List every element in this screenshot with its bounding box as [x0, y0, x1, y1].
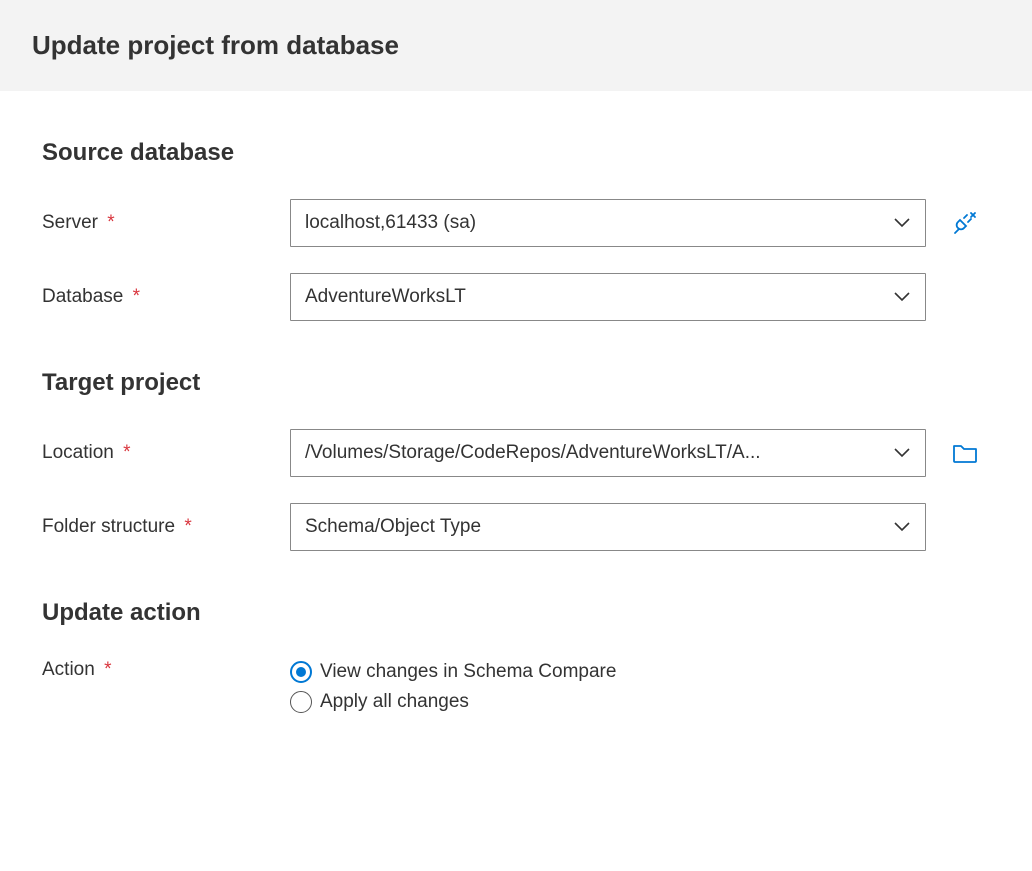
- target-project-heading: Target project: [42, 369, 1000, 397]
- database-label: Database *: [42, 286, 290, 308]
- action-radio-group: View changes in Schema Compare Apply all…: [290, 659, 616, 721]
- database-field-row: Database * AdventureWorksLT: [42, 273, 1000, 321]
- radio-view-changes[interactable]: View changes in Schema Compare: [290, 661, 616, 683]
- database-dropdown-value: AdventureWorksLT: [290, 273, 926, 321]
- update-action-section: Update action Action * View changes in S…: [42, 599, 1000, 721]
- server-dropdown-value: localhost,61433 (sa): [290, 199, 926, 247]
- update-action-heading: Update action: [42, 599, 1000, 627]
- plug-icon: [952, 210, 978, 236]
- server-dropdown[interactable]: localhost,61433 (sa): [290, 199, 926, 247]
- required-indicator: *: [102, 212, 115, 233]
- connect-button[interactable]: [950, 208, 980, 238]
- database-dropdown[interactable]: AdventureWorksLT: [290, 273, 926, 321]
- source-database-heading: Source database: [42, 139, 1000, 167]
- location-field-row: Location * /Volumes/Storage/CodeRepos/Ad…: [42, 429, 1000, 477]
- required-indicator: *: [99, 659, 112, 680]
- radio-apply-all[interactable]: Apply all changes: [290, 691, 616, 713]
- folder-icon: [952, 442, 978, 464]
- folder-structure-label: Folder structure *: [42, 516, 290, 538]
- location-dropdown-value: /Volumes/Storage/CodeRepos/AdventureWork…: [290, 429, 926, 477]
- dialog-content: Source database Server * localhost,61433…: [0, 139, 1032, 787]
- server-label: Server *: [42, 212, 290, 234]
- location-label: Location *: [42, 442, 290, 464]
- required-indicator: *: [179, 516, 192, 537]
- radio-selected-icon: [290, 661, 312, 683]
- dialog-header: Update project from database: [0, 0, 1032, 91]
- folder-structure-dropdown-value: Schema/Object Type: [290, 503, 926, 551]
- required-indicator: *: [118, 442, 131, 463]
- dialog-title: Update project from database: [32, 30, 1032, 61]
- required-indicator: *: [127, 286, 140, 307]
- radio-view-changes-label: View changes in Schema Compare: [320, 661, 616, 683]
- folder-structure-dropdown[interactable]: Schema/Object Type: [290, 503, 926, 551]
- action-label: Action *: [42, 659, 290, 681]
- radio-apply-all-label: Apply all changes: [320, 691, 469, 713]
- folder-structure-field-row: Folder structure * Schema/Object Type: [42, 503, 1000, 551]
- server-field-row: Server * localhost,61433 (sa): [42, 199, 1000, 247]
- target-project-section: Target project Location * /Volumes/Stora…: [42, 369, 1000, 551]
- location-dropdown[interactable]: /Volumes/Storage/CodeRepos/AdventureWork…: [290, 429, 926, 477]
- browse-folder-button[interactable]: [950, 438, 980, 468]
- source-database-section: Source database Server * localhost,61433…: [42, 139, 1000, 321]
- action-field-row: Action * View changes in Schema Compare …: [42, 659, 1000, 721]
- radio-unselected-icon: [290, 691, 312, 713]
